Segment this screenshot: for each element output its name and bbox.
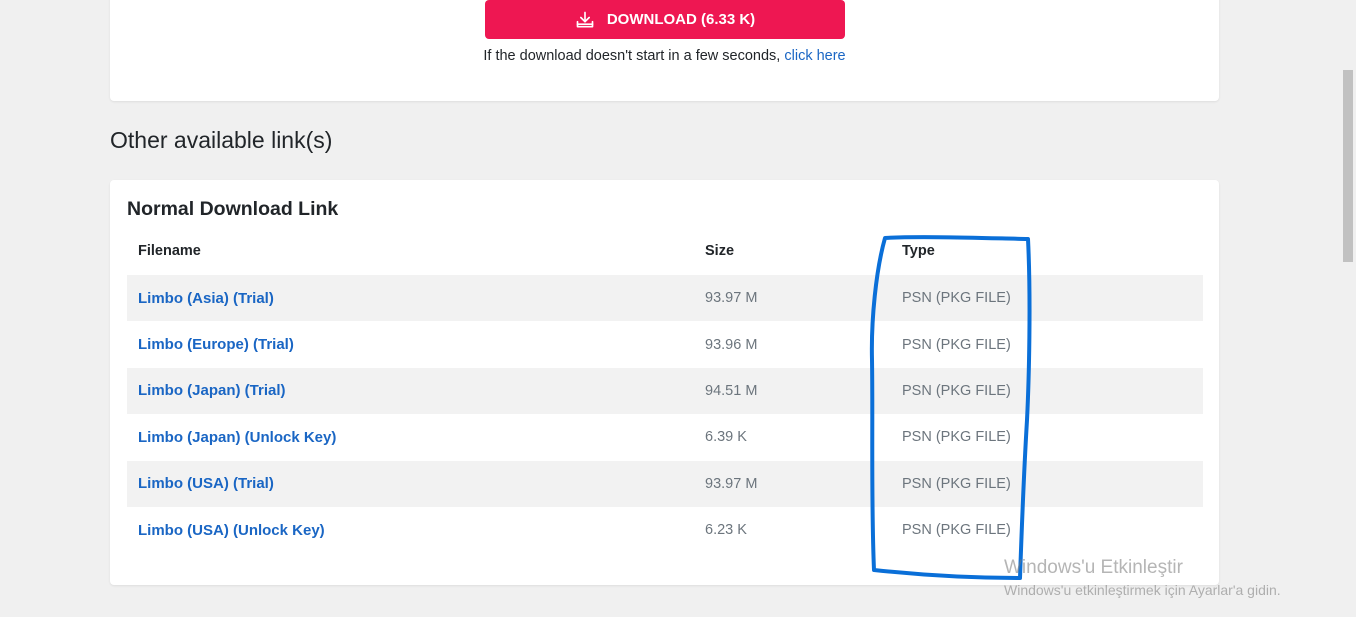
size-cell: 6.23 K (705, 522, 747, 539)
filename-link[interactable]: Limbo (Asia) (Trial) (127, 290, 694, 307)
filename-link[interactable]: Limbo (USA) (Trial) (127, 475, 694, 492)
type-cell: PSN (PKG FILE) (902, 336, 1011, 353)
table-header: Filename Size Type (127, 226, 1203, 275)
filename-link[interactable]: Limbo (USA) (Unlock Key) (127, 522, 694, 539)
activation-watermark-subtitle: Windows'u etkinleştirmek için Ayarlar'a … (1004, 582, 1281, 598)
vertical-scrollbar[interactable] (1339, 0, 1356, 617)
card-title: Normal Download Link (127, 198, 339, 220)
scrollbar-thumb[interactable] (1343, 70, 1353, 262)
header-filename: Filename (138, 242, 201, 259)
table-row: Limbo (Asia) (Trial) 93.97 M PSN (PKG FI… (127, 275, 1203, 322)
page: DOWNLOAD (6.33 K) If the download doesn'… (0, 0, 1356, 617)
type-cell: PSN (PKG FILE) (902, 290, 1011, 307)
table-row: Limbo (USA) (Trial) 93.97 M PSN (PKG FIL… (127, 460, 1203, 507)
header-size: Size (705, 242, 735, 259)
size-cell: 94.51 M (705, 382, 758, 399)
type-cell: PSN (PKG FILE) (902, 382, 1011, 399)
download-icon (575, 10, 595, 30)
table-row: Limbo (Japan) (Unlock Key) 6.39 K PSN (P… (127, 414, 1203, 460)
download-card: DOWNLOAD (6.33 K) If the download doesn'… (110, 0, 1219, 101)
type-cell: PSN (PKG FILE) (902, 429, 1011, 446)
type-cell: PSN (PKG FILE) (902, 475, 1011, 492)
download-button-label: DOWNLOAD (6.33 K) (606, 11, 756, 28)
links-card: Normal Download Link Filename Size Type … (110, 180, 1219, 585)
download-note-text: If the download doesn't start in a few s… (483, 48, 785, 64)
header-type: Type (902, 242, 935, 259)
table-row: Limbo (Europe) (Trial) 93.96 M PSN (PKG … (127, 321, 1203, 367)
filename-link[interactable]: Limbo (Japan) (Trial) (127, 382, 694, 399)
size-cell: 93.97 M (705, 475, 758, 492)
size-cell: 93.96 M (705, 336, 758, 353)
click-here-link[interactable]: click here (784, 48, 845, 64)
links-table: Filename Size Type Limbo (Asia) (Trial) … (127, 226, 1203, 553)
section-title: Other available link(s) (110, 127, 333, 153)
type-cell: PSN (PKG FILE) (902, 522, 1011, 539)
size-cell: 93.97 M (705, 290, 758, 307)
size-cell: 6.39 K (705, 429, 747, 446)
table-row: Limbo (Japan) (Trial) 94.51 M PSN (PKG F… (127, 367, 1203, 415)
download-note: If the download doesn't start in a few s… (110, 48, 1219, 64)
download-button[interactable]: DOWNLOAD (6.33 K) (485, 0, 845, 39)
filename-link[interactable]: Limbo (Europe) (Trial) (127, 336, 694, 353)
activation-watermark-title: Windows'u Etkinleştir (1004, 557, 1183, 578)
filename-link[interactable]: Limbo (Japan) (Unlock Key) (127, 429, 694, 446)
table-row: Limbo (USA) (Unlock Key) 6.23 K PSN (PKG… (127, 507, 1203, 553)
